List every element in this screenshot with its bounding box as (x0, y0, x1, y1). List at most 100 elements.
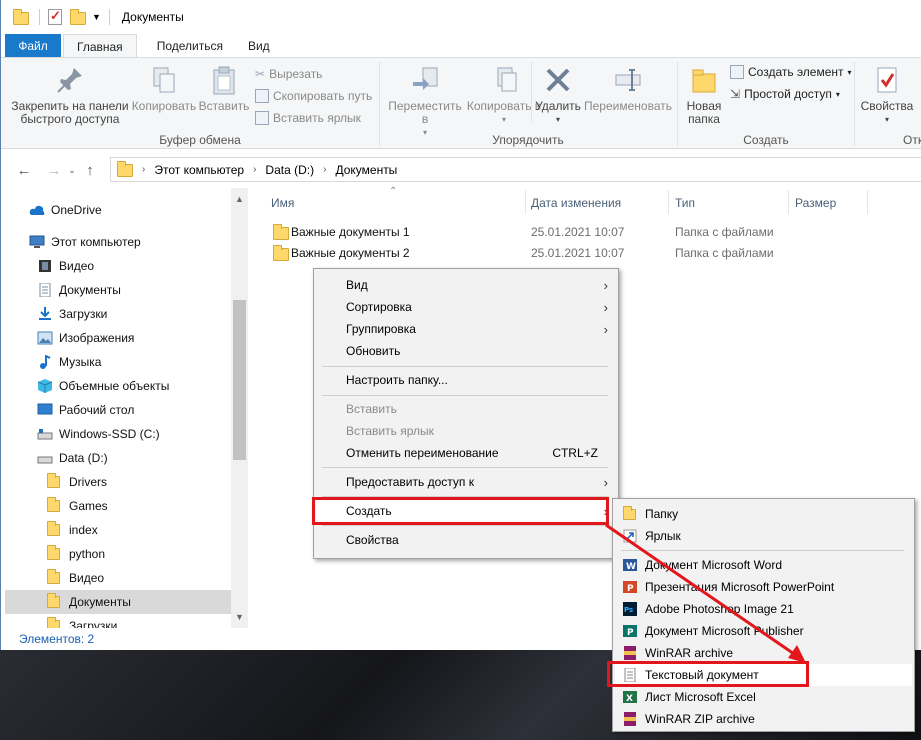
nav-item-onedrive[interactable]: OneDrive (29, 198, 102, 222)
nav-item-documents[interactable]: Документы (37, 278, 121, 302)
properties-quick-icon[interactable] (48, 8, 62, 25)
nav-item-music[interactable]: Музыка (37, 350, 101, 374)
menu-item-refresh[interactable]: Обновить (316, 340, 616, 362)
new-folder-quick-icon[interactable] (70, 9, 86, 25)
submenu-item-winrar-zip[interactable]: WinRAR ZIP archive (615, 708, 912, 730)
rename-button[interactable]: Переименовать (584, 64, 672, 113)
forward-arrow-icon[interactable]: → (43, 158, 65, 182)
column-header-date[interactable]: Дата изменения (531, 196, 621, 210)
nav-item-this-pc[interactable]: Этот компьютер (29, 230, 141, 254)
tab-share[interactable]: Поделиться (137, 34, 236, 58)
submenu-item-folder[interactable]: Папку (615, 503, 912, 525)
chevron-right-icon[interactable]: › (323, 164, 326, 175)
nav-item-windows-ssd[interactable]: Windows-SSD (C:) (37, 422, 160, 446)
delete-button[interactable]: Удалить ▾ (530, 64, 586, 126)
nav-item-videos[interactable]: Видео (37, 254, 94, 278)
address-bar[interactable]: › Этот компьютер › Data (D:) › Документы (110, 157, 921, 182)
clipboard-group: Закрепить на панели быстрого доступа Коп… (1, 58, 379, 150)
tab-file[interactable]: Файл (5, 34, 61, 58)
chevron-down-icon: ▾ (884, 115, 889, 124)
nav-item-index[interactable]: index (47, 518, 98, 542)
copy-button[interactable]: Копировать (129, 64, 199, 113)
submenu-item-excel[interactable]: X Лист Microsoft Excel (615, 686, 912, 708)
tab-view[interactable]: Вид (236, 34, 283, 58)
delete-label: Удалить (535, 99, 581, 113)
chevron-right-icon[interactable]: › (253, 164, 256, 175)
organize-group-label: Упорядочить (492, 133, 564, 147)
scroll-down-icon[interactable]: ▼ (235, 612, 244, 622)
submenu-item-shortcut[interactable]: Ярлык (615, 525, 912, 547)
menu-item-properties[interactable]: Свойства (316, 529, 616, 551)
nav-scrollbar-thumb[interactable] (233, 300, 246, 460)
new-item-button[interactable]: Создать элемент ▾ (730, 62, 852, 82)
properties-button[interactable]: Свойства ▾ (859, 64, 915, 126)
nav-label: Загрузки (59, 307, 108, 321)
file-name: Важные документы 2 (291, 246, 410, 260)
chevron-down-icon[interactable]: ▼ (92, 12, 101, 22)
chevron-right-icon: › (603, 474, 608, 490)
table-row[interactable]: Важные документы 2 25.01.2021 10:07 Папк… (263, 242, 823, 264)
divider[interactable] (788, 190, 789, 214)
nav-label: Этот компьютер (51, 235, 141, 249)
paste-shortcut-button[interactable]: Вставить ярлык (255, 108, 361, 128)
breadcrumb-data-d[interactable]: Data (D:) (265, 163, 314, 177)
submenu-item-word[interactable]: W Документ Microsoft Word (615, 554, 912, 576)
breadcrumb-documents[interactable]: Документы (335, 163, 397, 177)
scroll-up-icon[interactable]: ▲ (235, 194, 244, 204)
column-header-name[interactable]: Имя (271, 196, 294, 210)
nav-item-video-folder[interactable]: Видео (47, 566, 104, 590)
breadcrumb-this-pc[interactable]: Этот компьютер (154, 163, 244, 177)
submenu-item-publisher[interactable]: P Документ Microsoft Publisher (615, 620, 912, 642)
recent-chevron-icon[interactable]: ⌄ (65, 158, 79, 182)
easy-access-button[interactable]: ⇲ Простой доступ ▾ (730, 84, 840, 104)
pictures-icon (37, 331, 53, 345)
nav-label: Музыка (59, 355, 102, 369)
menu-item-customize-folder[interactable]: Настроить папку... (316, 369, 616, 391)
nav-item-downloads[interactable]: Загрузки (37, 302, 107, 326)
menu-label: Свойства (346, 533, 399, 547)
table-row[interactable]: Важные документы 1 25.01.2021 10:07 Папк… (263, 221, 823, 243)
menu-divider (322, 395, 608, 396)
menu-item-undo-rename[interactable]: Отменить переименование CTRL+Z (316, 442, 616, 464)
submenu-item-photoshop[interactable]: Ps Adobe Photoshop Image 21 (615, 598, 912, 620)
back-arrow-icon[interactable]: ← (13, 158, 35, 182)
menu-item-view[interactable]: Вид › (316, 274, 616, 296)
up-arrow-icon[interactable]: ↑ (79, 158, 101, 182)
menu-item-sort[interactable]: Сортировка › (316, 296, 616, 318)
film-icon (39, 260, 51, 272)
submenu-item-powerpoint[interactable]: P Презентация Microsoft PowerPoint (615, 576, 912, 598)
paste-button[interactable]: Вставить (197, 64, 251, 113)
nav-item-drivers[interactable]: Drivers (47, 470, 107, 494)
nav-item-pictures[interactable]: Изображения (37, 326, 134, 350)
nav-item-desktop[interactable]: Рабочий стол (37, 398, 134, 422)
chevron-right-icon[interactable]: › (142, 164, 145, 175)
menu-item-share[interactable]: Предоставить доступ к › (316, 471, 616, 493)
nav-item-data-d[interactable]: Data (D:) (37, 446, 108, 470)
new-folder-button[interactable]: Новая папка (682, 64, 726, 126)
rename-label: Переименовать (584, 99, 672, 113)
menu-item-paste-shortcut[interactable]: Вставить ярлык (316, 420, 616, 442)
navigation-pane: OneDrive Этот компьютер Видео Документы … (1, 188, 249, 628)
column-header-size[interactable]: Размер (795, 196, 836, 210)
nav-item-games[interactable]: Games (47, 494, 108, 518)
copy-path-button[interactable]: Скопировать путь (255, 86, 372, 106)
menu-item-paste[interactable]: Вставить (316, 398, 616, 420)
column-header-type[interactable]: Тип (675, 196, 695, 210)
divider[interactable] (668, 190, 669, 214)
pin-quick-access-button[interactable]: Закрепить на панели быстрого доступа (9, 64, 131, 126)
tab-home[interactable]: Главная (63, 34, 137, 58)
divider[interactable] (525, 190, 526, 214)
menu-label: Adobe Photoshop Image 21 (645, 602, 794, 616)
cut-button[interactable]: ✂ Вырезать (255, 64, 322, 84)
cube-icon (37, 379, 53, 393)
move-to-button[interactable]: Переместить в ▾ (384, 64, 466, 139)
new-item-icon (730, 65, 744, 79)
nav-item-documents-folder[interactable]: Документы (5, 590, 231, 614)
nav-item-downloads-folder[interactable]: Загрузки (47, 614, 117, 628)
copy-path-label: Скопировать путь (273, 89, 373, 103)
menu-item-group[interactable]: Группировка › (316, 318, 616, 340)
nav-item-3d-objects[interactable]: Объемные объекты (37, 374, 169, 398)
divider[interactable] (867, 190, 868, 214)
menu-label: Вставить (346, 402, 397, 416)
nav-item-python[interactable]: python (47, 542, 105, 566)
